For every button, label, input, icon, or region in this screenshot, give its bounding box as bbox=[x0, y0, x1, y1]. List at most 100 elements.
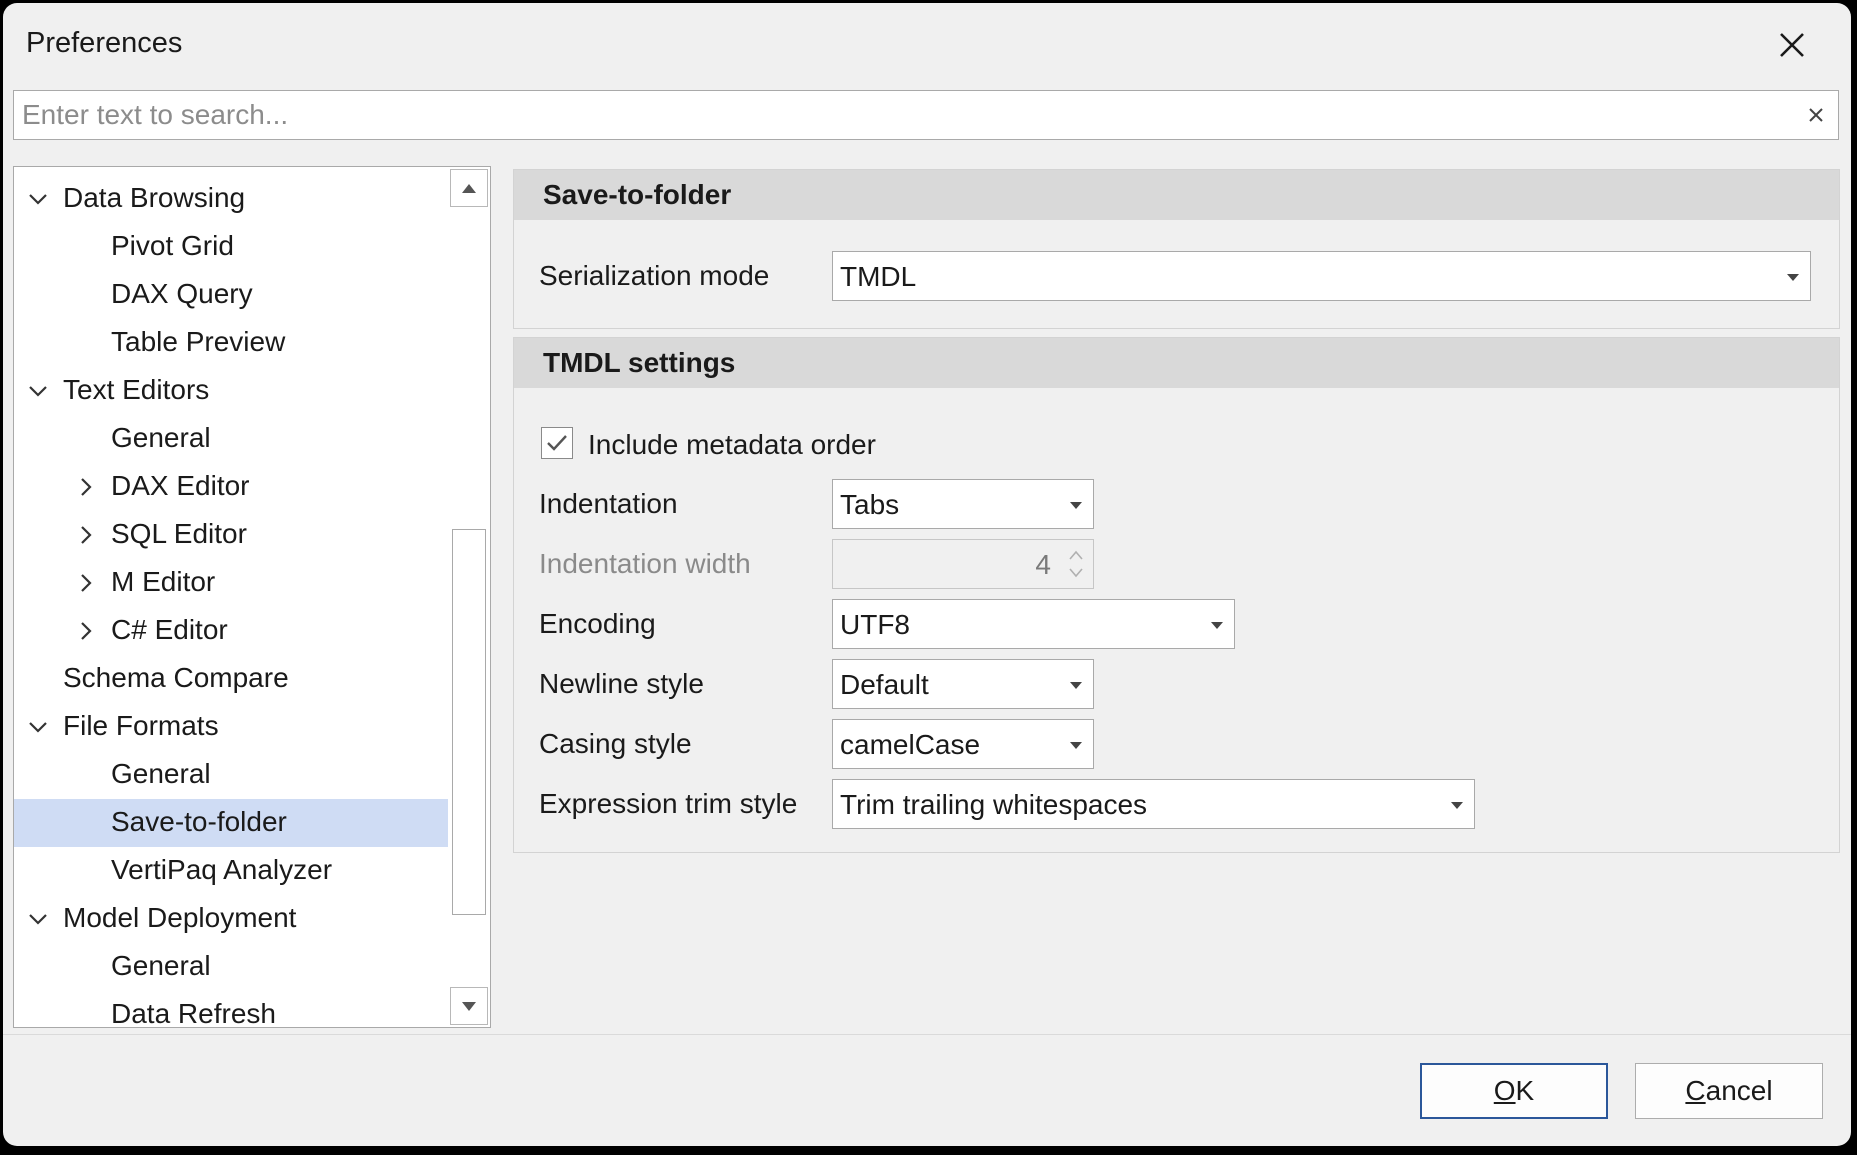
clear-search-button[interactable] bbox=[1804, 103, 1828, 127]
close-button[interactable] bbox=[1766, 19, 1818, 71]
scroll-up-button[interactable] bbox=[450, 169, 488, 207]
chevron-down-icon[interactable] bbox=[28, 189, 48, 209]
newline-style-label: Newline style bbox=[539, 668, 704, 699]
chevron-down-icon[interactable] bbox=[28, 909, 48, 929]
ok-label-rest: K bbox=[1515, 1075, 1535, 1106]
tree-item[interactable]: General bbox=[14, 751, 449, 799]
dropdown-arrow-icon bbox=[1070, 741, 1082, 749]
tree-item-label: General bbox=[111, 758, 211, 789]
tree-item[interactable]: Save-to-folder bbox=[14, 799, 449, 847]
expression-trim-style-value: Trim trailing whitespaces bbox=[840, 789, 1148, 820]
tree-item[interactable]: Model Deployment bbox=[14, 895, 449, 943]
indentation-width-label: Indentation width bbox=[539, 548, 751, 579]
indentation-label: Indentation bbox=[539, 488, 678, 519]
ok-button[interactable]: OK bbox=[1420, 1063, 1608, 1119]
tree-item[interactable]: General bbox=[14, 415, 449, 463]
tree-item[interactable]: Data Refresh bbox=[14, 991, 449, 1028]
scroll-down-icon bbox=[462, 1001, 476, 1011]
tmdl-settings-heading: TMDL settings bbox=[514, 338, 1839, 388]
tree-item-label: Data Refresh bbox=[111, 998, 276, 1028]
tree-item-label: Save-to-folder bbox=[111, 806, 287, 837]
indentation-width-spinner[interactable]: 4 bbox=[832, 539, 1094, 589]
dropdown-arrow-icon bbox=[1070, 681, 1082, 689]
tree-item[interactable]: File Formats bbox=[14, 703, 449, 751]
search-input[interactable] bbox=[22, 91, 1782, 139]
scroll-down-button[interactable] bbox=[450, 987, 488, 1025]
tree-scrollbar[interactable] bbox=[448, 167, 490, 1027]
serialization-mode-label: Serialization mode bbox=[539, 260, 770, 291]
tree-item[interactable]: Pivot Grid bbox=[14, 223, 449, 271]
casing-style-label: Casing style bbox=[539, 728, 692, 759]
tree-item-label: DAX Editor bbox=[111, 470, 250, 501]
tree-item-label: DAX Query bbox=[111, 278, 253, 309]
tmdl-settings-group: TMDL settings bbox=[513, 337, 1840, 853]
expression-trim-style-label: Expression trim style bbox=[539, 788, 798, 819]
tree-item[interactable]: Schema Compare bbox=[14, 655, 449, 703]
tree-item[interactable]: SQL Editor bbox=[14, 511, 449, 559]
tree-item[interactable]: DAX Editor bbox=[14, 463, 449, 511]
tree-item-label: Data Browsing bbox=[63, 182, 246, 213]
include-metadata-order-label[interactable]: Include metadata order bbox=[588, 429, 876, 461]
ok-accelerator: O bbox=[1493, 1075, 1516, 1106]
chevron-right-icon[interactable] bbox=[76, 621, 96, 641]
chevron-right-icon[interactable] bbox=[76, 477, 96, 497]
preferences-dialog: Preferences Data Browsing Pivot Grid DAX Q… bbox=[3, 3, 1851, 1146]
footer-divider bbox=[3, 1034, 1851, 1035]
tree-item-label: SQL Editor bbox=[111, 518, 247, 549]
tree-item-label: Table Preview bbox=[111, 326, 286, 357]
tree-item[interactable]: Table Preview bbox=[14, 319, 449, 367]
tree-item[interactable]: DAX Query bbox=[14, 271, 449, 319]
tree-item[interactable]: M Editor bbox=[14, 559, 449, 607]
newline-style-value: Default bbox=[840, 669, 929, 700]
tree-item-label: General bbox=[111, 950, 211, 981]
indentation-value: Tabs bbox=[840, 489, 900, 520]
tree-item-label: C# Editor bbox=[111, 614, 228, 645]
window-title: Preferences bbox=[26, 27, 183, 59]
close-icon bbox=[1780, 33, 1804, 57]
indentation-combo[interactable]: Tabs bbox=[832, 479, 1094, 529]
casing-style-combo[interactable]: camelCase bbox=[832, 719, 1094, 769]
tree-item[interactable]: C# Editor bbox=[14, 607, 449, 655]
expression-trim-style-combo[interactable]: Trim trailing whitespaces bbox=[832, 779, 1475, 829]
scroll-thumb[interactable] bbox=[452, 529, 486, 915]
casing-style-value: camelCase bbox=[840, 729, 981, 760]
chevron-down-icon[interactable] bbox=[28, 381, 48, 401]
tree-item-label: General bbox=[111, 422, 211, 453]
dropdown-arrow-icon bbox=[1451, 801, 1463, 809]
newline-style-combo[interactable]: Default bbox=[832, 659, 1094, 709]
encoding-combo[interactable]: UTF8 bbox=[832, 599, 1235, 649]
clear-icon bbox=[1809, 108, 1823, 122]
include-metadata-order-checkbox[interactable] bbox=[541, 427, 573, 459]
preferences-tree: Data Browsing Pivot Grid DAX Query Table Pr… bbox=[13, 166, 491, 1028]
checkmark-icon bbox=[547, 435, 567, 451]
chevron-right-icon[interactable] bbox=[76, 573, 96, 593]
tree-item[interactable]: Text Editors bbox=[14, 367, 449, 415]
tree-item[interactable]: General bbox=[14, 943, 449, 991]
cancel-accelerator: C bbox=[1685, 1075, 1706, 1106]
tree-item[interactable]: VertiPaq Analyzer bbox=[14, 847, 449, 895]
spin-down-icon[interactable] bbox=[1069, 568, 1083, 578]
chevron-down-icon[interactable] bbox=[28, 717, 48, 737]
encoding-label: Encoding bbox=[539, 608, 656, 639]
save-to-folder-group: Save-to-folder bbox=[513, 169, 1840, 329]
tree-item-label: VertiPaq Analyzer bbox=[111, 854, 333, 885]
tree-item[interactable]: Data Browsing bbox=[14, 175, 449, 223]
tree-item-label: Pivot Grid bbox=[111, 230, 234, 261]
cancel-button[interactable]: Cancel bbox=[1635, 1063, 1823, 1119]
tree-item-label: M Editor bbox=[111, 566, 216, 597]
dropdown-arrow-icon bbox=[1787, 273, 1799, 281]
scroll-up-icon bbox=[462, 183, 476, 193]
tree-item-label: Text Editors bbox=[63, 374, 210, 405]
chevron-right-icon[interactable] bbox=[76, 525, 96, 545]
serialization-mode-combo[interactable]: TMDL bbox=[832, 251, 1811, 301]
title-bar: Preferences bbox=[3, 3, 1851, 83]
encoding-value: UTF8 bbox=[840, 609, 910, 640]
dropdown-arrow-icon bbox=[1070, 501, 1082, 509]
save-to-folder-heading: Save-to-folder bbox=[514, 170, 1839, 220]
tree-item-label: File Formats bbox=[63, 710, 219, 741]
tree-item-label: Model Deployment bbox=[63, 902, 297, 933]
spin-up-icon[interactable] bbox=[1069, 550, 1083, 560]
serialization-mode-value: TMDL bbox=[840, 261, 917, 292]
cancel-label-rest: ancel bbox=[1705, 1075, 1773, 1106]
search-box bbox=[13, 90, 1839, 140]
